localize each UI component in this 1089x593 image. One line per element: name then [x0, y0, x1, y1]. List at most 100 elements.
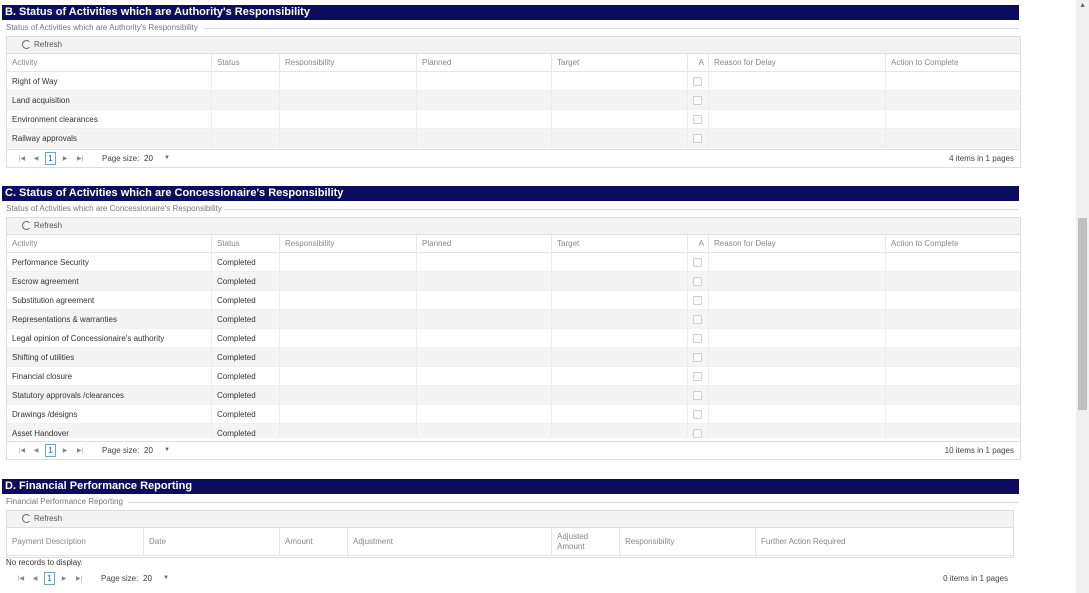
col-status[interactable]: Status — [211, 54, 279, 72]
col-target[interactable]: Target — [551, 235, 687, 253]
table-row[interactable]: Land acquisition — [7, 91, 1020, 110]
col-status[interactable]: Status — [211, 235, 279, 253]
page-size-select[interactable]: 20 ▼ — [141, 444, 173, 457]
row-checkbox[interactable] — [693, 277, 702, 286]
table-cell — [551, 72, 687, 91]
col-a[interactable]: A — [687, 54, 708, 72]
table-cell — [885, 272, 1020, 291]
prev-page-icon[interactable]: ◀ — [31, 446, 41, 456]
col-planned[interactable]: Planned — [416, 235, 551, 253]
page-size-select[interactable]: 20 ▼ — [140, 572, 172, 585]
table-cell — [416, 253, 551, 272]
pager-info: 10 items in 1 pages — [944, 446, 1014, 455]
cell-status: Completed — [211, 272, 279, 291]
cell-status — [211, 91, 279, 110]
next-page-icon[interactable]: ▶ — [60, 446, 70, 456]
first-page-icon[interactable]: |◀ — [17, 446, 27, 456]
row-checkbox[interactable] — [693, 334, 702, 343]
row-checkbox[interactable] — [693, 258, 702, 267]
refresh-button[interactable]: Refresh — [22, 221, 62, 230]
table-cell — [551, 291, 687, 310]
last-page-icon[interactable]: ▶| — [75, 446, 85, 456]
chevron-down-icon: ▼ — [164, 447, 170, 453]
table-row[interactable]: Shifting of utilities Completed — [7, 348, 1020, 367]
refresh-icon — [22, 514, 31, 523]
row-checkbox[interactable] — [693, 353, 702, 362]
table-row[interactable]: Right of Way — [7, 72, 1020, 91]
last-page-icon[interactable]: ▶| — [74, 574, 84, 584]
table-row[interactable]: Substitution agreement Completed — [7, 291, 1020, 310]
table-row[interactable]: Financial closure Completed — [7, 367, 1020, 386]
col-date[interactable]: Date — [143, 528, 279, 556]
table-cell — [551, 329, 687, 348]
table-cell — [551, 348, 687, 367]
vertical-scrollbar[interactable]: ▲ — [1076, 0, 1089, 593]
prev-page-icon[interactable]: ◀ — [31, 154, 41, 164]
table-row[interactable]: Railway approvals — [7, 129, 1020, 148]
section-c-header: C. Status of Activities which are Conces… — [2, 186, 1019, 201]
row-checkbox[interactable] — [693, 96, 702, 105]
next-page-icon[interactable]: ▶ — [60, 154, 70, 164]
table-row[interactable]: Representations & warranties Completed — [7, 310, 1020, 329]
cell-activity: Shifting of utilities — [12, 353, 75, 362]
table-cell — [416, 329, 551, 348]
table-cell — [551, 272, 687, 291]
page-number[interactable]: 1 — [45, 444, 56, 457]
scroll-up-icon[interactable]: ▲ — [1079, 2, 1086, 9]
cell-status — [211, 129, 279, 148]
col-reason-for-delay[interactable]: Reason for Delay — [708, 235, 885, 253]
col-reason-for-delay[interactable]: Reason for Delay — [708, 54, 885, 72]
refresh-button[interactable]: Refresh — [22, 40, 62, 49]
table-row[interactable]: Escrow agreement Completed — [7, 272, 1020, 291]
cell-status: Completed — [211, 253, 279, 272]
scrollbar-thumb[interactable] — [1078, 218, 1087, 410]
col-amount[interactable]: Amount — [279, 528, 347, 556]
page-number[interactable]: 1 — [44, 572, 55, 585]
first-page-icon[interactable]: |◀ — [16, 574, 26, 584]
col-activity[interactable]: Activity — [7, 235, 211, 253]
page-size-select[interactable]: 20 ▼ — [141, 152, 173, 165]
page-size-value: 20 — [144, 446, 153, 455]
page-number[interactable]: 1 — [45, 152, 56, 165]
row-checkbox[interactable] — [693, 315, 702, 324]
row-checkbox[interactable] — [693, 77, 702, 86]
row-checkbox[interactable] — [693, 134, 702, 143]
col-action-to-complete[interactable]: Action to Complete — [885, 54, 1020, 72]
col-target[interactable]: Target — [551, 54, 687, 72]
table-row[interactable]: Environment clearances — [7, 110, 1020, 129]
row-checkbox[interactable] — [693, 296, 702, 305]
cell-activity: Right of Way — [12, 77, 58, 86]
col-a[interactable]: A — [687, 235, 708, 253]
table-row[interactable]: Performance Security Completed — [7, 253, 1020, 272]
first-page-icon[interactable]: |◀ — [17, 154, 27, 164]
table-row[interactable]: Legal opinion of Concessionaire's author… — [7, 329, 1020, 348]
col-responsibility[interactable]: Responsibility — [279, 54, 416, 72]
table-cell — [885, 424, 1020, 438]
col-payment-description[interactable]: Payment Description — [7, 528, 143, 556]
col-responsibility[interactable]: Responsibility — [279, 235, 416, 253]
col-adjustment[interactable]: Adjustment — [347, 528, 551, 556]
table-row[interactable]: Statutory approvals /clearances Completed — [7, 386, 1020, 405]
table-cell — [885, 91, 1020, 110]
table-row[interactable]: Asset Handover Completed — [7, 424, 1020, 438]
col-planned[interactable]: Planned — [416, 54, 551, 72]
col-adjusted-amount[interactable]: Adjusted Amount — [551, 528, 611, 556]
table-row[interactable]: Drawings /designs Completed — [7, 405, 1020, 424]
row-checkbox[interactable] — [693, 410, 702, 419]
next-page-icon[interactable]: ▶ — [59, 574, 69, 584]
col-action-to-complete[interactable]: Action to Complete — [885, 235, 1020, 253]
pager-info: 4 items in 1 pages — [949, 154, 1014, 163]
col-further-action-required[interactable]: Further Action Required — [755, 528, 1013, 556]
refresh-button[interactable]: Refresh — [22, 514, 62, 523]
row-checkbox[interactable] — [693, 115, 702, 124]
col-responsibility[interactable]: Responsibility — [619, 528, 755, 556]
prev-page-icon[interactable]: ◀ — [30, 574, 40, 584]
cell-status: Completed — [211, 291, 279, 310]
last-page-icon[interactable]: ▶| — [75, 154, 85, 164]
col-activity[interactable]: Activity — [7, 54, 211, 72]
row-checkbox[interactable] — [693, 429, 702, 438]
table-cell — [279, 386, 416, 405]
row-checkbox[interactable] — [693, 372, 702, 381]
cell-status: Completed — [211, 405, 279, 424]
row-checkbox[interactable] — [693, 391, 702, 400]
